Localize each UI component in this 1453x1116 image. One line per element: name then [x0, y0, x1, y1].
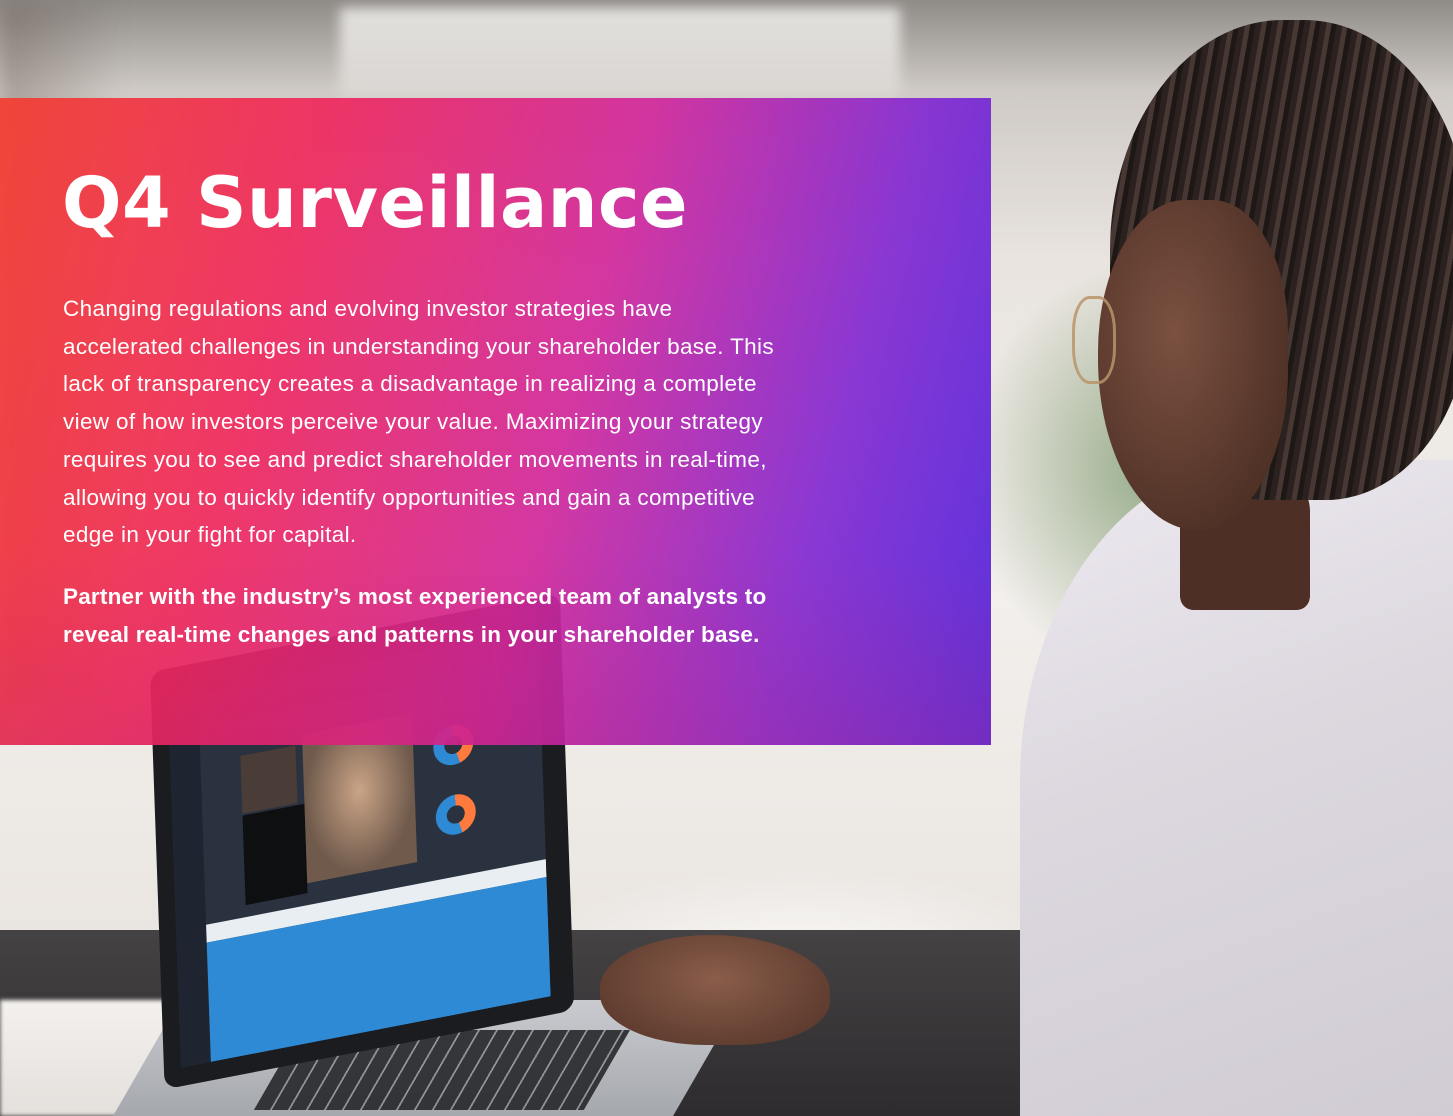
callout-line: reveal real-time changes and patterns in…: [63, 621, 760, 647]
background-window: [340, 8, 900, 98]
description-line: edge in your fight for capital.: [63, 522, 357, 548]
hero-callout: Partner with the industry’s most experie…: [63, 578, 893, 653]
description-line: view of how investors perceive your valu…: [63, 409, 763, 435]
donut-chart-icon: [435, 790, 477, 839]
person-face: [1098, 200, 1288, 530]
callout-line: Partner with the industry’s most experie…: [63, 584, 767, 609]
description-line: Changing regulations and evolving invest…: [63, 296, 673, 321]
hero-panel: Q4 Surveillance Changing regulations and…: [0, 98, 991, 745]
glasses: [1072, 296, 1116, 384]
hero-description: Changing regulations and evolving invest…: [63, 290, 893, 554]
description-line: allowing you to quickly identify opportu…: [63, 484, 756, 510]
video-thumbnail: [240, 745, 298, 814]
description-line: accelerated challenges in understanding …: [63, 333, 774, 359]
description-line: lack of transparency creates a disadvant…: [63, 371, 757, 397]
person-hand: [600, 935, 830, 1045]
video-empty-tile: [242, 803, 308, 906]
page-title: Q4 Surveillance: [62, 162, 688, 244]
description-line: requires you to see and predict sharehol…: [63, 446, 767, 472]
